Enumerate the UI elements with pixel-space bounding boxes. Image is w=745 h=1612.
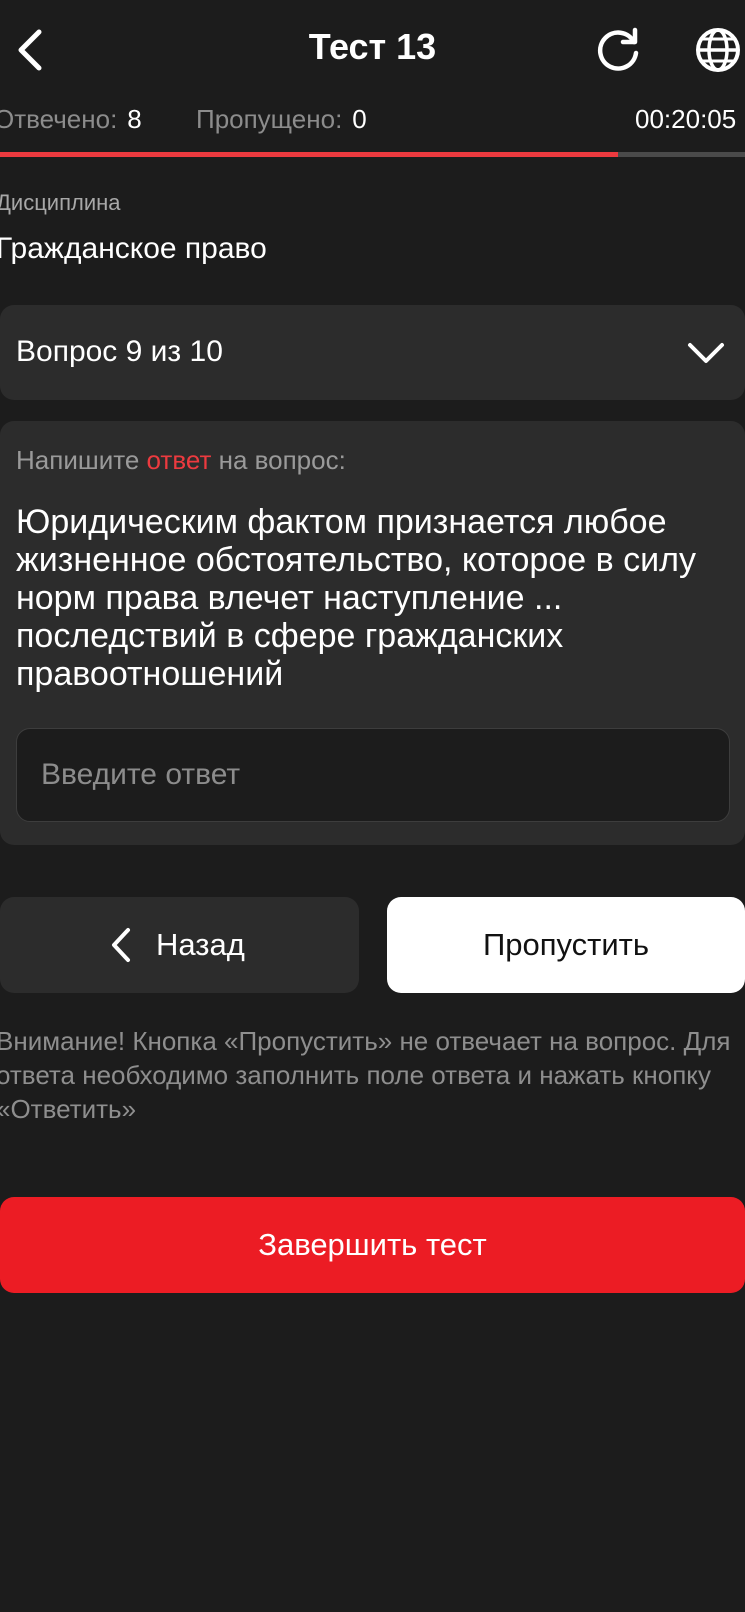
answer-input[interactable] (16, 728, 730, 822)
question-text: Юридическим фактом признается любое жизн… (16, 503, 696, 693)
prompt-prefix: Напишите (16, 445, 147, 475)
discipline-label: Дисциплина (0, 190, 121, 215)
prompt-accent: ответ (146, 445, 212, 475)
previous-button-label: Назад (156, 927, 245, 962)
skipped-count: 0 (352, 104, 367, 134)
refresh-button[interactable] (590, 22, 646, 78)
skip-button[interactable]: Пропустить (387, 897, 745, 993)
previous-button[interactable]: Назад (0, 897, 359, 993)
answered-stat: Отвечено: 8 (0, 104, 142, 135)
chevron-left-icon (112, 928, 130, 962)
progress-bar (0, 152, 745, 157)
discipline-value: Гражданское право (0, 232, 267, 265)
chevron-down-icon (688, 343, 724, 363)
skipped-stat: Пропущено: 0 (196, 104, 367, 135)
question-prompt: Напишите ответ на вопрос: (16, 445, 346, 476)
question-selector[interactable]: Вопрос 9 из 10 (0, 305, 745, 400)
timer: 00:20:05 (635, 104, 737, 134)
globe-icon (696, 28, 740, 72)
skipped-label: Пропущено: (196, 104, 343, 134)
prompt-suffix: на вопрос: (211, 445, 346, 475)
skip-warning: Внимание! Кнопка «Пропустить» не отвечае… (0, 1026, 731, 1124)
skip-button-label: Пропустить (482, 927, 650, 962)
refresh-icon (597, 27, 639, 71)
answered-count: 8 (127, 104, 142, 134)
finish-test-button[interactable]: Завершить тест (0, 1197, 745, 1293)
question-card: Напишите ответ на вопрос: Юридическим фа… (0, 421, 745, 845)
question-number: Вопрос 9 из 10 (16, 335, 223, 368)
finish-test-label: Завершить тест (258, 1227, 487, 1262)
progress-bar-fill (0, 152, 619, 157)
language-button[interactable] (690, 22, 745, 78)
answered-label: Отвечено: (0, 104, 118, 134)
